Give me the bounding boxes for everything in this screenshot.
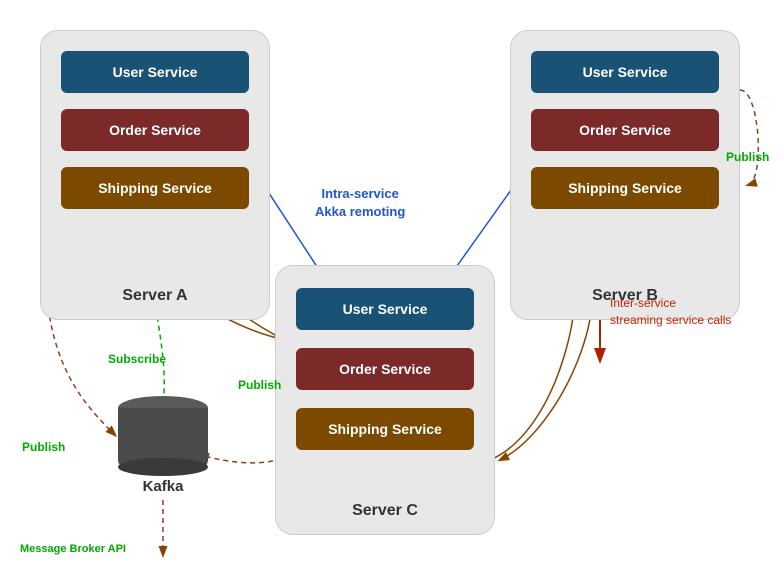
kafka-label: Kafka: [143, 478, 184, 495]
publish-kafka-label: Publish: [22, 440, 65, 454]
inter-service-label: Inter-service streaming service calls: [610, 295, 731, 329]
kafka-cylinder: [118, 396, 208, 476]
kafka-container: Kafka: [108, 390, 218, 500]
publish-b-label: Publish: [726, 150, 769, 164]
server-b-shipping-service: Shipping Service: [531, 167, 719, 209]
subscribe-label: Subscribe: [108, 352, 166, 366]
message-broker-label: Message Broker API: [20, 543, 126, 555]
server-c-user-service: User Service: [296, 288, 474, 330]
server-a-user-service: User Service: [61, 51, 249, 93]
server-c-label: Server C: [276, 502, 494, 520]
publish-c-label: Publish: [238, 378, 281, 392]
server-a-label: Server A: [41, 287, 269, 305]
server-c-shipping-service: Shipping Service: [296, 408, 474, 450]
server-a-shipping-service: Shipping Service: [61, 167, 249, 209]
server-a-order-service: Order Service: [61, 109, 249, 151]
server-b-panel: User Service Order Service Shipping Serv…: [510, 30, 740, 320]
server-a-panel: User Service Order Service Shipping Serv…: [40, 30, 270, 320]
diagram-container: User Service Order Service Shipping Serv…: [0, 0, 782, 575]
server-b-order-service: Order Service: [531, 109, 719, 151]
server-b-user-service: User Service: [531, 51, 719, 93]
server-c-order-service: Order Service: [296, 348, 474, 390]
intra-service-label: Intra-service Akka remoting: [315, 185, 405, 221]
kafka-cylinder-bottom: [118, 458, 208, 476]
server-c-panel: User Service Order Service Shipping Serv…: [275, 265, 495, 535]
